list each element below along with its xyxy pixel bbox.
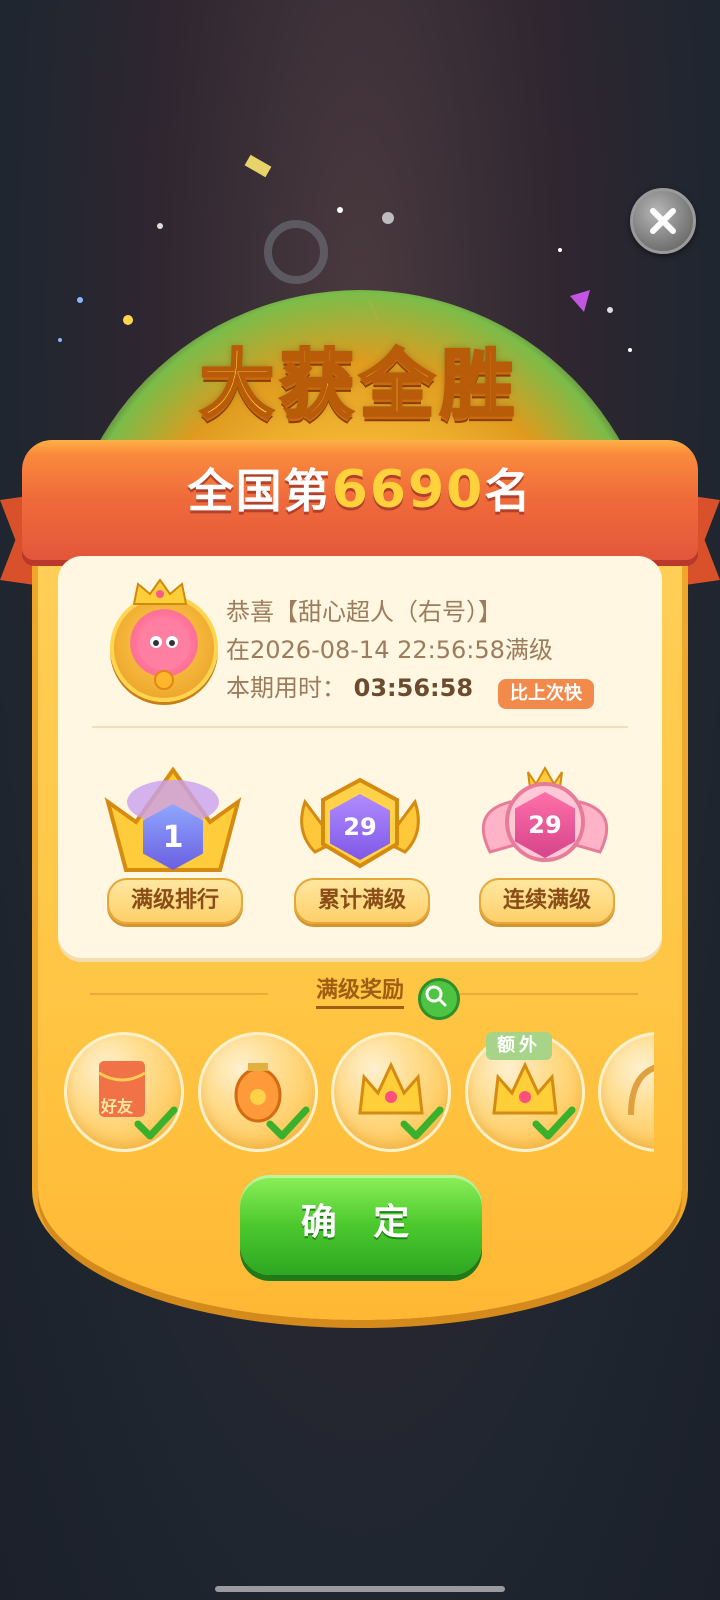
character-icon bbox=[138, 618, 190, 690]
check-icon bbox=[532, 1106, 576, 1140]
check-icon bbox=[266, 1106, 310, 1140]
home-indicator[interactable] bbox=[215, 1586, 505, 1592]
rank-prefix: 全国第 bbox=[187, 464, 332, 518]
avatar-crown-icon bbox=[132, 578, 188, 605]
rank-number: 6690 bbox=[331, 460, 485, 520]
faster-badge: 比上次快 bbox=[498, 679, 594, 709]
rewards-title: 满级奖励 bbox=[315, 972, 404, 1009]
duration-value: 03:56:58 bbox=[353, 674, 474, 702]
reward-item[interactable] bbox=[598, 1032, 654, 1152]
congrats-text: 恭喜【甜心超人（右号）】 bbox=[226, 598, 502, 626]
magnifier-icon bbox=[425, 985, 447, 1007]
close-icon bbox=[650, 208, 676, 234]
victory-title: 大获全胜 bbox=[199, 341, 520, 430]
divider bbox=[92, 726, 628, 728]
badge-label: 累计满级 bbox=[294, 878, 430, 924]
rank-text: 全国第6690名 bbox=[0, 455, 720, 521]
avatar bbox=[110, 594, 218, 702]
check-icon bbox=[134, 1106, 178, 1140]
rank-suffix: 名 bbox=[484, 464, 533, 518]
check-icon bbox=[400, 1106, 444, 1140]
partial-item-icon bbox=[628, 1064, 654, 1116]
close-button[interactable] bbox=[630, 188, 696, 254]
badge-label: 满级排行 bbox=[107, 878, 243, 924]
duration-row: 本期用时： 03:56:58 bbox=[226, 668, 473, 703]
rewards-header: 满级奖励 bbox=[0, 972, 720, 1009]
reward-list[interactable]: 好友 bbox=[54, 1018, 654, 1158]
level-time-text: 在2026-08-14 22:56:58满级 bbox=[226, 636, 553, 664]
duration-label: 本期用时： bbox=[226, 674, 346, 702]
confirm-button[interactable]: 确 定 bbox=[240, 1175, 482, 1275]
reward-label: 好友 bbox=[101, 1097, 134, 1116]
extra-reward-tag: 额外 bbox=[486, 1032, 552, 1060]
rewards-search-button[interactable] bbox=[418, 978, 460, 1020]
badge-label: 连续满级 bbox=[479, 878, 615, 924]
